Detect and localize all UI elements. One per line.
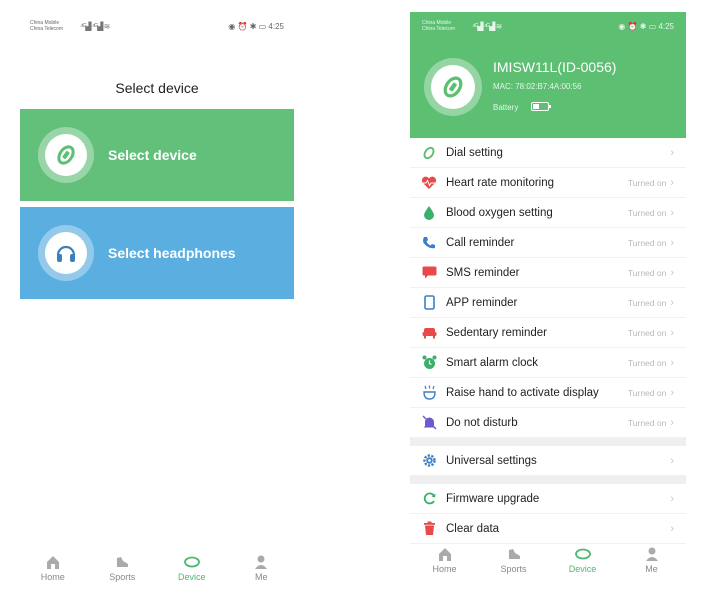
tab-label: Me: [645, 564, 658, 574]
status-bar: China Mobile China Telecom ⁴ᴳ▟ ⁴ᴳ▟ ≋ ◉ ⏰…: [18, 12, 296, 40]
app-icon: [420, 294, 438, 312]
device-mac: MAC: 78:02:B7:4A:00:56: [493, 82, 582, 91]
tab-home[interactable]: Home: [410, 544, 479, 584]
section-divider: [410, 438, 686, 446]
tab-label: Device: [568, 564, 597, 574]
menu-row-clear-data[interactable]: Clear data ›: [410, 514, 686, 544]
tab-device[interactable]: Device: [548, 544, 617, 584]
menu-row-do-not-disturb[interactable]: Do not disturb Turned on ›: [410, 408, 686, 438]
device-icon: [183, 556, 200, 568]
menu-row-heart-rate[interactable]: Heart rate monitoring Turned on ›: [410, 168, 686, 198]
trash-icon: [420, 520, 438, 538]
select-device-screen: China Mobile China Telecom ⁴ᴳ▟ ⁴ᴳ▟ ≋ ◉ ⏰…: [18, 12, 296, 597]
menu-row-dial-setting[interactable]: Dial setting ›: [410, 138, 686, 168]
battery-icon: [531, 102, 551, 111]
home-icon: [438, 548, 451, 561]
chevron-right-icon: ›: [670, 356, 674, 369]
select-device-label: Select device: [108, 147, 197, 163]
device-icon: [574, 548, 591, 560]
chevron-right-icon: ›: [670, 386, 674, 399]
chevron-right-icon: ›: [670, 236, 674, 249]
chevron-right-icon: ›: [670, 326, 674, 339]
device-avatar: [424, 58, 482, 116]
menu-row-universal-settings[interactable]: Universal settings ›: [410, 446, 686, 476]
menu-row-call-reminder[interactable]: Call reminder Turned on ›: [410, 228, 686, 258]
chevron-right-icon: ›: [670, 454, 674, 467]
chevron-right-icon: ›: [670, 522, 674, 535]
person-icon: [645, 547, 658, 561]
heart-icon: [420, 174, 438, 192]
battery-label: Battery: [493, 103, 519, 112]
chevron-right-icon: ›: [670, 492, 674, 505]
select-device-card[interactable]: Select device: [20, 109, 294, 201]
sofa-icon: [420, 324, 438, 342]
status-time: ◉ ⏰ ✱ ▭ 4:25: [618, 22, 674, 31]
menu-row-raise-hand[interactable]: Raise hand to activate display Turned on…: [410, 378, 686, 408]
shoe-icon: [117, 557, 129, 567]
device-settings-screen: China Mobile China Telecom ⁴ᴳ▟ ⁴ᴳ▟ ≋ ◉ ⏰…: [410, 12, 686, 597]
tab-sports[interactable]: Sports: [479, 544, 548, 584]
home-icon: [46, 556, 59, 569]
sms-icon: [420, 264, 438, 282]
chevron-right-icon: ›: [670, 296, 674, 309]
chevron-right-icon: ›: [670, 206, 674, 219]
device-name: IMISW11L(ID-0056): [493, 59, 617, 75]
shoe-icon: [508, 549, 520, 559]
phone-icon: [420, 234, 438, 252]
status-bar: China Mobile China Telecom ⁴ᴳ▟ ⁴ᴳ▟ ≋ ◉ ⏰…: [410, 12, 686, 40]
tab-device[interactable]: Device: [157, 552, 227, 592]
tab-me[interactable]: Me: [617, 544, 686, 584]
chevron-right-icon: ›: [670, 146, 674, 159]
chevron-right-icon: ›: [670, 266, 674, 279]
tab-sports[interactable]: Sports: [88, 552, 158, 592]
settings-menu: Dial setting › Heart rate monitoring Tur…: [410, 138, 686, 544]
gear-icon: [420, 452, 438, 470]
alarm-icon: [420, 354, 438, 372]
select-headphones-card[interactable]: Select headphones: [20, 207, 294, 299]
headphones-icon: [45, 232, 87, 274]
bottom-tab-bar: Home Sports Device Me: [410, 544, 686, 584]
bell-off-icon: [420, 414, 438, 432]
person-icon: [255, 555, 268, 569]
menu-row-sms-reminder[interactable]: SMS reminder Turned on ›: [410, 258, 686, 288]
section-divider: [410, 476, 686, 484]
hand-icon: [420, 384, 438, 402]
chevron-right-icon: ›: [670, 176, 674, 189]
tab-label: Sports: [109, 572, 136, 582]
tab-label: Device: [177, 572, 206, 582]
menu-row-blood-oxygen[interactable]: Blood oxygen setting Turned on ›: [410, 198, 686, 228]
page-title: Select device: [115, 80, 199, 96]
menu-row-app-reminder[interactable]: APP reminder Turned on ›: [410, 288, 686, 318]
drop-icon: [420, 204, 438, 222]
menu-row-sedentary-reminder[interactable]: Sedentary reminder Turned on ›: [410, 318, 686, 348]
watch-icon: [45, 134, 87, 176]
bottom-tab-bar: Home Sports Device Me: [18, 552, 296, 592]
select-headphones-label: Select headphones: [108, 245, 236, 261]
tab-label: Sports: [500, 564, 527, 574]
tab-label: Home: [432, 564, 457, 574]
carrier-text: China Mobile China Telecom: [422, 20, 455, 32]
tab-home[interactable]: Home: [18, 552, 88, 592]
chevron-right-icon: ›: [670, 416, 674, 429]
status-time: ◉ ⏰ ✱ ▭ 4:25: [228, 22, 284, 31]
watch-icon: [431, 65, 475, 109]
signal-icon: ⁴ᴳ▟ ⁴ᴳ▟ ≋: [472, 22, 502, 31]
signal-icon: ⁴ᴳ▟ ⁴ᴳ▟ ≋: [80, 22, 110, 31]
tab-label: Home: [40, 572, 65, 582]
refresh-icon: [420, 490, 438, 508]
menu-row-smart-alarm[interactable]: Smart alarm clock Turned on ›: [410, 348, 686, 378]
watch-icon: [420, 144, 438, 162]
device-header: China Mobile China Telecom ⁴ᴳ▟ ⁴ᴳ▟ ≋ ◉ ⏰…: [410, 12, 686, 138]
carrier-text: China Mobile China Telecom: [30, 20, 63, 32]
tab-label: Me: [254, 572, 268, 582]
menu-row-firmware-upgrade[interactable]: Firmware upgrade ›: [410, 484, 686, 514]
tab-me[interactable]: Me: [227, 552, 297, 592]
